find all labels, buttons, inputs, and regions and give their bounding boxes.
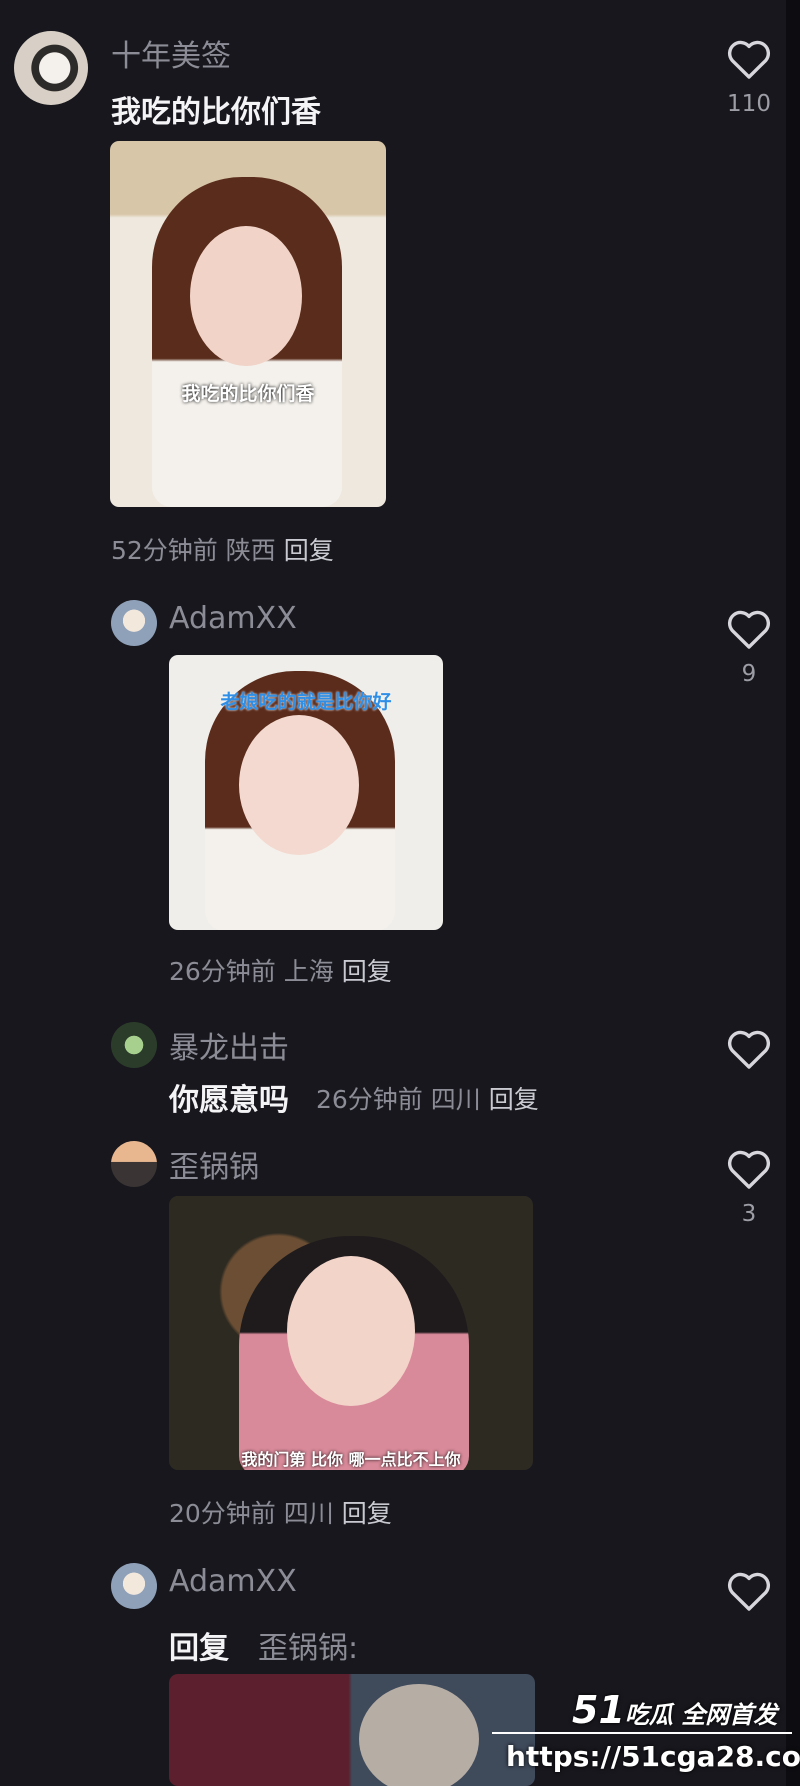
comment-image[interactable]: 老娘吃的就是比你好 [169,655,443,930]
reply-button[interactable]: 回复 [489,1085,539,1114]
person-face [239,715,359,855]
avatar[interactable] [14,31,88,105]
username[interactable]: 暴龙出击 [169,1023,289,1067]
like-button[interactable] [725,1146,773,1190]
like-button[interactable] [725,1026,773,1070]
avatar[interactable] [111,1022,157,1068]
avatar[interactable] [111,1141,157,1187]
watermark-number: 51 [572,1688,625,1732]
like-button[interactable] [725,36,773,80]
cat-figure [359,1684,479,1786]
like-count: 110 [727,91,771,117]
username[interactable]: 十年美签 [111,31,231,75]
reply-button[interactable]: 回复 [284,536,334,565]
reply-button[interactable]: 回复 [342,1499,392,1528]
username[interactable]: AdamXX [169,601,297,636]
watermark-url: https://51cga28.com [506,1740,800,1773]
comment-meta: 52分钟前 陕西 回复 [111,531,334,567]
comment-location: 四川 [430,1085,481,1114]
comment-location: 陕西 [225,536,276,565]
person-face [190,226,302,366]
heart-outline-icon [727,1150,771,1189]
comment-location: 四川 [283,1499,334,1528]
username[interactable]: 歪锅锅 [169,1142,259,1186]
reply-target-username[interactable]: 歪锅锅: [258,1623,358,1667]
comment-meta: 20分钟前 四川 回复 [169,1494,392,1530]
person-face [287,1256,415,1406]
comment-meta: 26分钟前 四川 回复 [316,1080,539,1116]
watermark-divider [492,1732,792,1734]
watermark-logo: 51吃瓜 全网首发 [572,1688,777,1732]
image-caption: 老娘吃的就是比你好 [220,691,392,713]
comment-time: 52分钟前 [111,536,218,565]
heart-outline-icon [727,610,771,649]
comment-text: 你愿意吗 [169,1083,289,1118]
comment-location: 上海 [283,957,334,986]
screen-edge [786,0,800,1786]
image-caption: 我吃的比你们香 [181,383,315,405]
heart-outline-icon [727,1572,771,1611]
avatar[interactable] [111,600,157,646]
comment-time: 26分钟前 [169,957,276,986]
avatar[interactable] [111,1563,157,1609]
heart-outline-icon [727,1030,771,1069]
username[interactable]: AdamXX [169,1564,297,1599]
watermark-text: 吃瓜 全网首发 [624,1701,778,1729]
comment-image[interactable] [169,1674,535,1786]
like-count: 9 [741,661,757,687]
comment-text: 我吃的比你们香 [111,95,321,130]
heart-outline-icon [727,40,771,79]
like-count: 3 [741,1201,757,1227]
comment-image[interactable]: 我吃的比你们香 [110,141,386,507]
reply-prefix: 回复 [169,1631,229,1666]
like-button[interactable] [725,1568,773,1612]
comment-time: 20分钟前 [169,1499,276,1528]
image-caption: 我的门第 比你 哪一点比不上你 [241,1450,461,1469]
like-button[interactable] [725,606,773,650]
comment-time: 26分钟前 [316,1085,423,1114]
comment-meta: 26分钟前 上海 回复 [169,952,392,988]
comment-image[interactable]: 我的门第 比你 哪一点比不上你 [169,1196,533,1470]
reply-button[interactable]: 回复 [342,957,392,986]
